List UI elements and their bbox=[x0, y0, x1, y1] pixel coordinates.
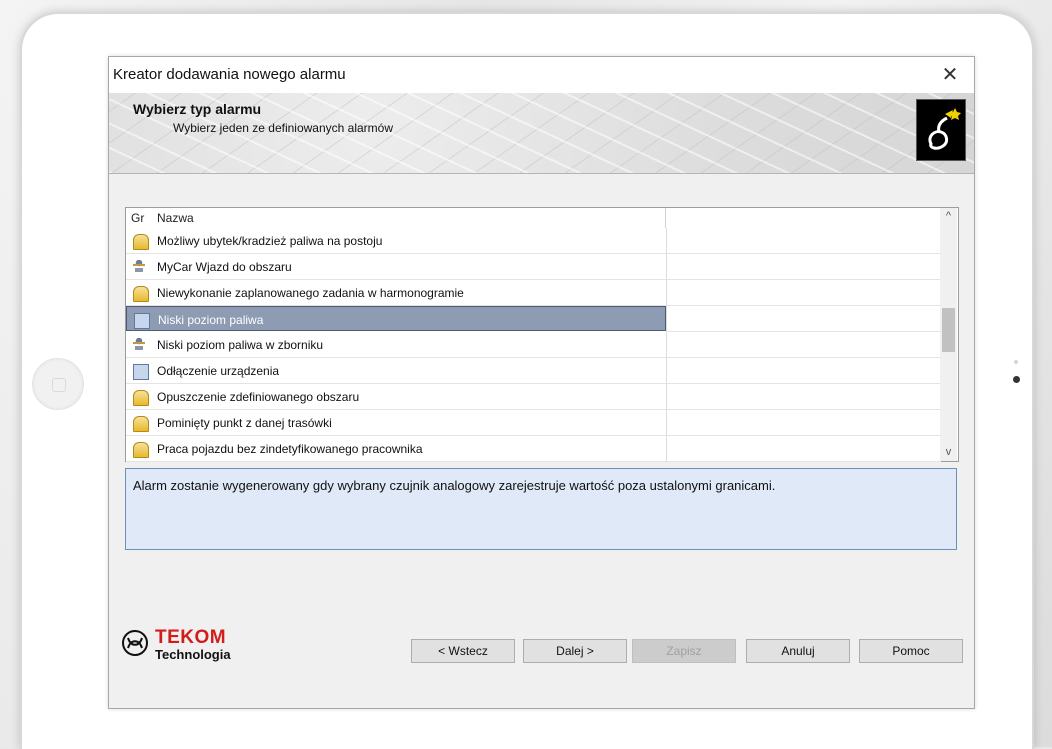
dialog-title: Kreator dodawania nowego alarmu bbox=[113, 66, 346, 83]
title-bar: Kreator dodawania nowego alarmu ✕ bbox=[109, 57, 974, 93]
list-item-label: MyCar Wjazd do obszaru bbox=[157, 260, 292, 274]
back-button[interactable]: < Wstecz bbox=[411, 639, 515, 663]
list-item[interactable]: MyCar Wjazd do obszaru bbox=[126, 254, 666, 280]
tablet-home-button bbox=[32, 358, 84, 410]
step-subtitle: Wybierz jeden ze definiowanych alarmów bbox=[173, 121, 393, 135]
logo-mark-icon bbox=[122, 630, 148, 656]
alarm-type-list[interactable]: Gr Nazwa Możliwy ubytek/kradzież paliwa … bbox=[125, 207, 959, 462]
list-item-extra-cell bbox=[666, 410, 941, 436]
list-item[interactable]: Niewykonanie zaplanowanego zadania w har… bbox=[126, 280, 666, 306]
bell-icon bbox=[133, 442, 149, 458]
scroll-up-button[interactable]: ^ bbox=[940, 208, 957, 225]
save-button[interactable]: Zapisz bbox=[632, 639, 736, 663]
list-item-extra-cell bbox=[666, 436, 941, 462]
column-separator bbox=[665, 208, 666, 228]
close-button[interactable]: ✕ bbox=[936, 61, 964, 89]
bell-icon bbox=[133, 416, 149, 432]
cancel-button[interactable]: Anuluj bbox=[746, 639, 850, 663]
list-item-extra-cell bbox=[666, 306, 941, 332]
tablet-sensor bbox=[1014, 360, 1018, 364]
list-item-extra-cell bbox=[666, 280, 941, 306]
wizard-banner: Wybierz typ alarmu Wybierz jeden ze defi… bbox=[109, 93, 974, 174]
list-item-label: Odłączenie urządzenia bbox=[157, 364, 280, 378]
list-item-label: Pominięty punkt z danej trasówki bbox=[157, 416, 332, 430]
list-item-extra-cell bbox=[666, 384, 941, 410]
close-icon: ✕ bbox=[941, 64, 959, 86]
list-item-selected[interactable]: Niski poziom paliwa bbox=[126, 306, 666, 331]
device-icon bbox=[133, 364, 149, 380]
list-item[interactable]: Pominięty punkt z danej trasówki bbox=[126, 410, 666, 436]
tablet-camera bbox=[1013, 376, 1020, 383]
list-item-label: Opuszczenie zdefiniowanego obszaru bbox=[157, 390, 360, 404]
list-item[interactable]: Odłączenie urządzenia bbox=[126, 358, 666, 384]
list-item-extra-cell bbox=[666, 228, 941, 254]
list-header: Gr Nazwa bbox=[126, 208, 940, 228]
vertical-scrollbar[interactable]: ^ v bbox=[940, 208, 957, 461]
list-item-extra-cell bbox=[666, 254, 941, 280]
list-item[interactable]: Możliwy ubytek/kradzież paliwa na postoj… bbox=[126, 228, 666, 254]
wizard-dialog: Kreator dodawania nowego alarmu ✕ Wybier… bbox=[108, 56, 975, 709]
logo-tagline: Technologia bbox=[155, 647, 231, 662]
logo-brand: TEKOM bbox=[155, 627, 227, 648]
scroll-thumb[interactable] bbox=[942, 308, 955, 352]
list-item-label: Możliwy ubytek/kradzież paliwa na postoj… bbox=[157, 234, 383, 248]
chevron-down-icon: v bbox=[945, 446, 952, 458]
people-icon bbox=[133, 260, 147, 274]
alarm-description-box: Alarm zostanie wygenerowany gdy wybrany … bbox=[125, 468, 957, 550]
step-title: Wybierz typ alarmu bbox=[133, 101, 262, 117]
list-item-extra-cell bbox=[666, 358, 941, 384]
list-item[interactable]: Opuszczenie zdefiniowanego obszaru bbox=[126, 384, 666, 410]
scroll-down-button[interactable]: v bbox=[940, 444, 957, 461]
wizard-icon bbox=[916, 99, 966, 161]
bell-icon bbox=[133, 234, 149, 250]
list-item-label: Niewykonanie zaplanowanego zadania w har… bbox=[157, 286, 464, 300]
people-icon bbox=[133, 338, 147, 352]
list-item-extra-cell bbox=[666, 332, 941, 358]
list-item-label: Niski poziom paliwa bbox=[158, 313, 264, 327]
list-item[interactable]: Niski poziom paliwa w zborniku bbox=[126, 332, 666, 358]
next-button[interactable]: Dalej > bbox=[523, 639, 627, 663]
column-header-gr[interactable]: Gr bbox=[131, 211, 144, 225]
help-button[interactable]: Pomoc bbox=[859, 639, 963, 663]
chevron-up-icon: ^ bbox=[945, 210, 952, 222]
bell-icon bbox=[133, 286, 149, 302]
list-item[interactable]: Praca pojazdu bez zindetyfikowanego prac… bbox=[126, 436, 666, 462]
list-item-label: Praca pojazdu bez zindetyfikowanego prac… bbox=[157, 442, 423, 456]
list-item-label: Niski poziom paliwa w zborniku bbox=[157, 338, 324, 352]
bell-icon bbox=[133, 390, 149, 406]
device-icon bbox=[134, 313, 150, 329]
column-header-name[interactable]: Nazwa bbox=[157, 211, 194, 225]
alarm-description: Alarm zostanie wygenerowany gdy wybrany … bbox=[133, 478, 776, 493]
company-logo: TEKOM Technologia bbox=[121, 627, 281, 663]
